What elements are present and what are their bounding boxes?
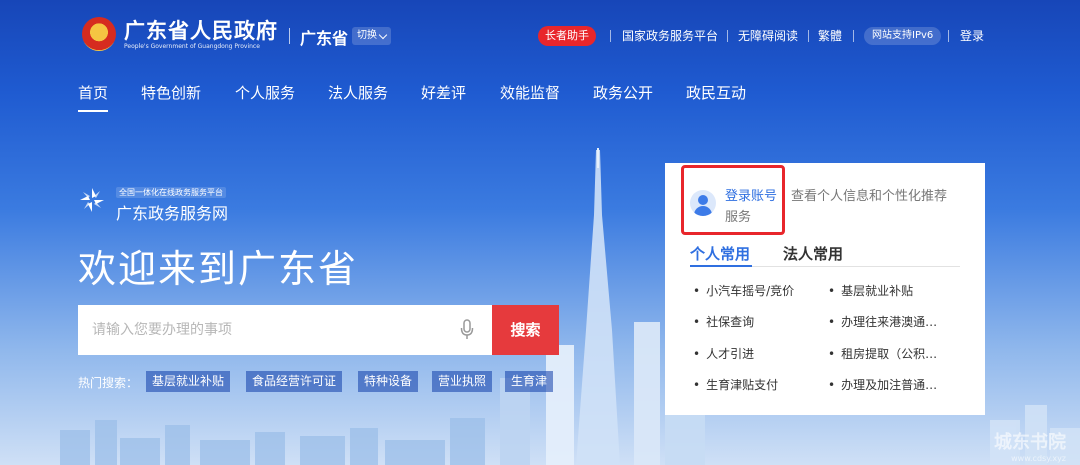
login-description-cont: 服务 xyxy=(725,210,752,225)
divider xyxy=(853,30,854,42)
divider xyxy=(808,30,809,42)
user-avatar-icon[interactable] xyxy=(690,190,716,216)
hot-tag[interactable]: 生育津 xyxy=(505,371,554,392)
search-bar xyxy=(78,305,492,355)
watermark-url: www.cdsy.xyz xyxy=(1011,454,1066,463)
search-input[interactable] xyxy=(78,305,448,355)
search-button[interactable]: 搜索 xyxy=(492,305,559,355)
login-account-link[interactable]: 登录账号 xyxy=(725,185,777,204)
nav-item-interaction[interactable]: 政民互动 xyxy=(686,82,746,103)
chevron-down-icon xyxy=(378,30,388,39)
hot-tag[interactable]: 营业执照 xyxy=(432,371,493,392)
nav-item-public-affairs[interactable]: 政务公开 xyxy=(593,82,653,103)
portal-logo-icon xyxy=(80,188,104,212)
service-link[interactable]: 社保查询 xyxy=(693,313,754,330)
site-subtitle-en: People's Government of Guangdong Provinc… xyxy=(124,43,260,50)
portal-name: 广东政务服务网 xyxy=(116,204,229,223)
ipv6-badge: 网站支持IPv6 xyxy=(864,27,942,45)
national-platform-link[interactable]: 国家政务服务平台 xyxy=(622,27,718,44)
nav-item-corporate[interactable]: 法人服务 xyxy=(328,82,388,103)
service-link[interactable]: 办理往来港澳通… xyxy=(828,313,937,330)
nav-item-rating[interactable]: 好差评 xyxy=(421,82,466,103)
top-header: 广东省人民政府 People's Government of Guangdong… xyxy=(0,0,1080,70)
service-link[interactable]: 人才引进 xyxy=(693,345,754,362)
welcome-heading: 欢迎来到广东省 xyxy=(78,247,359,291)
hot-tag[interactable]: 食品经营许可证 xyxy=(246,371,343,392)
header-login-link[interactable]: 登录 xyxy=(960,27,984,44)
watermark-text: 城东书院 xyxy=(994,432,1066,453)
service-link[interactable]: 基层就业补贴 xyxy=(828,282,913,299)
tab-corporate-common[interactable]: 法人常用 xyxy=(783,243,843,264)
region-switch-button[interactable]: 切换 xyxy=(352,27,391,45)
elder-helper-button[interactable]: 长者助手 xyxy=(538,26,596,46)
tab-personal-common[interactable]: 个人常用 xyxy=(690,243,750,264)
service-link[interactable]: 小汽车摇号/竞价 xyxy=(693,282,794,299)
nav-item-personal[interactable]: 个人服务 xyxy=(235,82,295,103)
service-link[interactable]: 生育津贴支付 xyxy=(693,376,778,393)
hot-search-label: 热门搜索： xyxy=(78,376,139,390)
microphone-icon[interactable] xyxy=(460,319,474,341)
main-nav: 首页 特色创新 个人服务 法人服务 好差评 效能监督 政务公开 政民互动 xyxy=(0,78,1080,114)
service-link[interactable]: 办理及加注普通… xyxy=(828,376,937,393)
nav-item-home[interactable]: 首页 xyxy=(78,82,108,103)
region-switch-label: 切换 xyxy=(357,30,377,41)
login-description: 查看个人信息和个性化推荐 xyxy=(791,189,948,204)
nav-item-innovation[interactable]: 特色创新 xyxy=(141,82,201,103)
nav-active-indicator xyxy=(78,110,108,112)
divider xyxy=(948,30,949,42)
region-name: 广东省 xyxy=(300,29,349,48)
traditional-chinese-link[interactable]: 繁體 xyxy=(818,27,842,44)
watermark: 城东书院 www.cdsy.xyz xyxy=(994,428,1066,463)
hot-tag[interactable]: 基层就业补贴 xyxy=(146,371,231,392)
nav-item-supervision[interactable]: 效能监督 xyxy=(500,82,560,103)
hot-tag[interactable]: 特种设备 xyxy=(358,371,419,392)
national-emblem-icon[interactable] xyxy=(82,17,116,51)
divider xyxy=(289,28,290,44)
divider xyxy=(727,30,728,42)
accessibility-link[interactable]: 无障碍阅读 xyxy=(738,27,798,44)
tab-active-indicator xyxy=(690,265,752,267)
quick-services-card: 登录账号 查看个人信息和个性化推荐 服务 个人常用 法人常用 小汽车摇号/竞价 … xyxy=(665,163,985,415)
divider xyxy=(610,30,611,42)
portal-subtitle: 全国一体化在线政务服务平台 xyxy=(116,187,226,198)
site-title[interactable]: 广东省人民政府 xyxy=(124,15,278,45)
service-link[interactable]: 租房提取（公积… xyxy=(828,345,937,362)
